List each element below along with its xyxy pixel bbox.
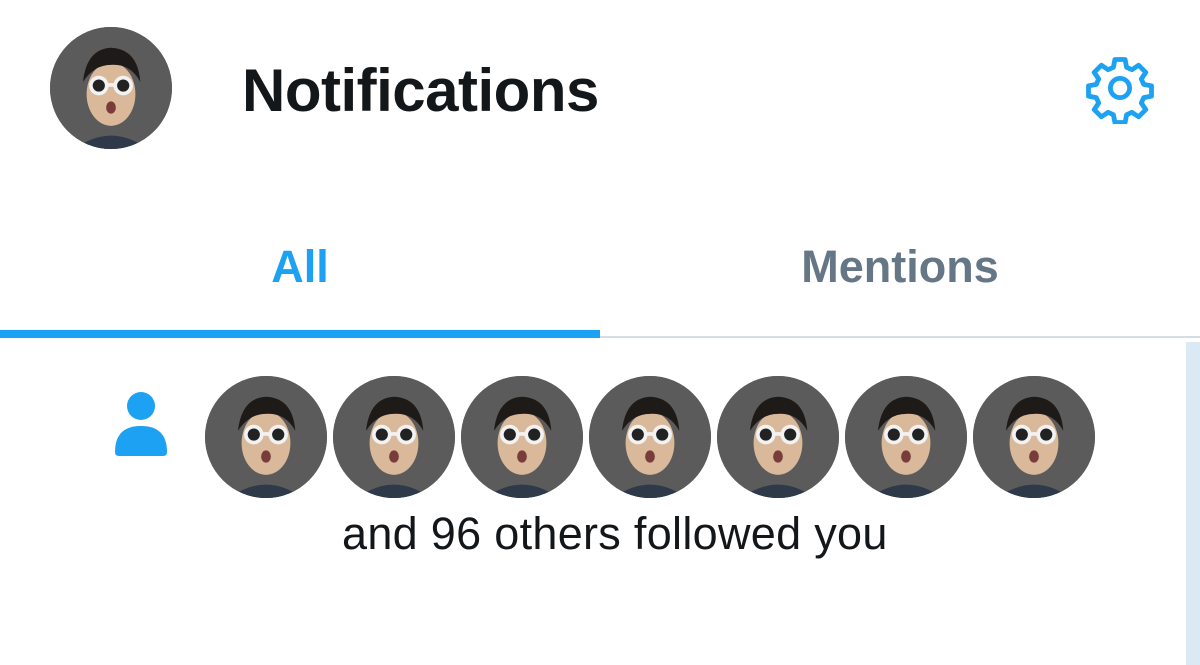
avatar-image	[205, 376, 327, 498]
header: Notifications	[0, 0, 1200, 180]
page-title: Notifications	[242, 57, 599, 124]
follower-avatar[interactable]	[333, 376, 455, 498]
avatar-image	[717, 376, 839, 498]
tab-mentions-label: Mentions	[801, 241, 999, 292]
tab-mentions[interactable]: Mentions	[600, 200, 1200, 338]
avatar-image	[973, 376, 1095, 498]
follower-avatar[interactable]	[461, 376, 583, 498]
scrollbar[interactable]	[1186, 342, 1200, 665]
follower-avatar[interactable]	[717, 376, 839, 498]
avatar-image	[589, 376, 711, 498]
follower-avatar[interactable]	[589, 376, 711, 498]
avatar-image	[50, 27, 172, 149]
avatar-image	[461, 376, 583, 498]
avatar-image	[333, 376, 455, 498]
avatar-image	[845, 376, 967, 498]
tab-all[interactable]: All	[0, 200, 600, 338]
follower-avatar[interactable]	[973, 376, 1095, 498]
gear-icon[interactable]	[1084, 52, 1156, 125]
notification-text[interactable]: and 96 others followed you	[342, 508, 888, 560]
tab-divider	[600, 336, 1200, 338]
follower-avatar[interactable]	[205, 376, 327, 498]
tab-all-label: All	[271, 241, 329, 292]
tab-bar: All Mentions	[0, 200, 1200, 340]
person-icon	[113, 390, 169, 458]
active-tab-indicator	[0, 330, 600, 338]
follower-avatar[interactable]	[845, 376, 967, 498]
profile-avatar[interactable]	[50, 27, 172, 149]
